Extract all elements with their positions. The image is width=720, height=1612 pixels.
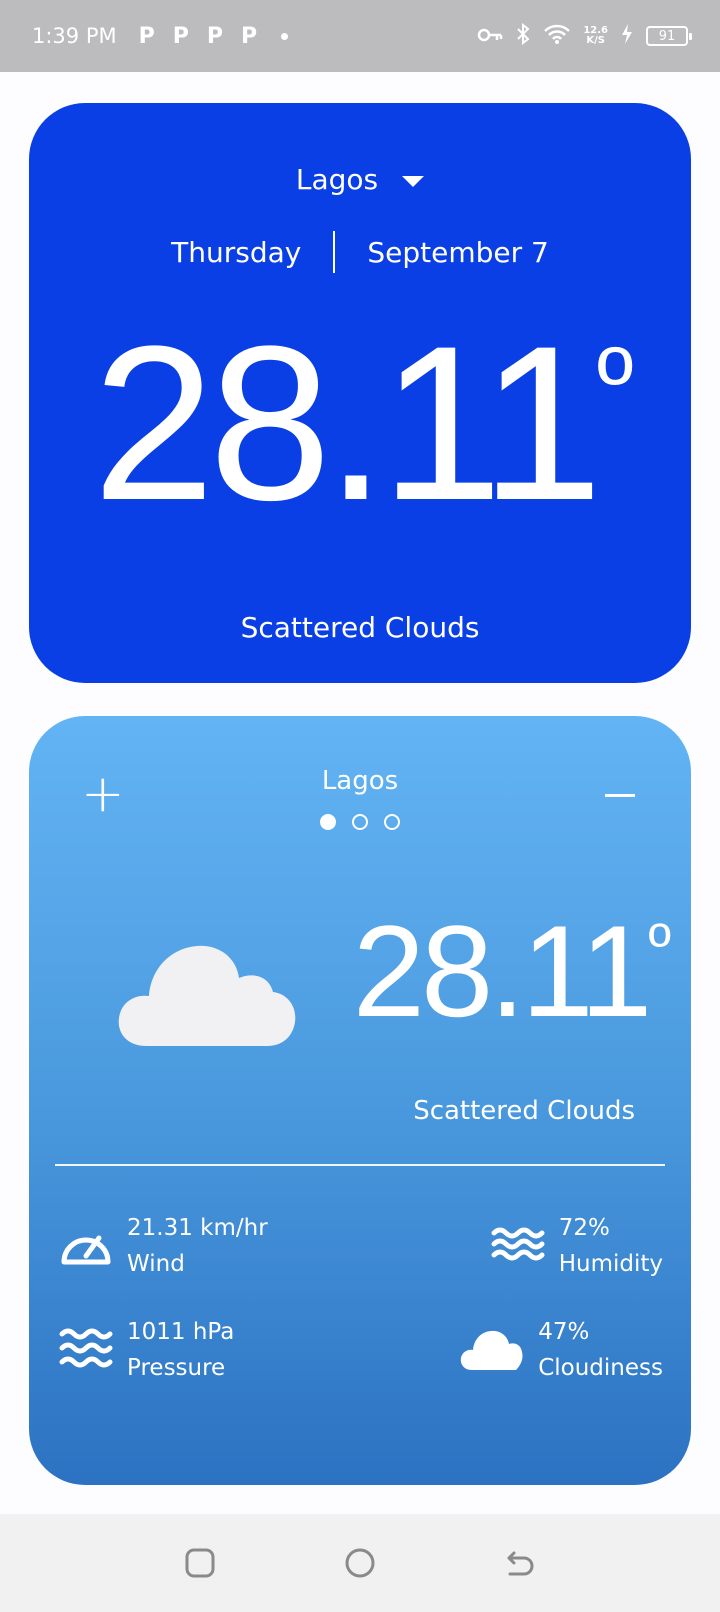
notification-p-icon: P: [241, 23, 258, 49]
back-arrow-icon: [507, 1551, 534, 1576]
waves-icon: [59, 1326, 113, 1374]
waves-icon: [491, 1226, 545, 1266]
page-dot-active[interactable]: [320, 814, 336, 830]
pressure-text: 1011 hPa Pressure: [127, 1314, 234, 1386]
cloud-icon: [460, 1326, 524, 1374]
humidity-text: 72% Humidity: [559, 1210, 663, 1282]
date: September 7: [367, 235, 549, 269]
wind-label: Wind: [127, 1251, 185, 1277]
home-button[interactable]: [340, 1543, 380, 1583]
net-speed-unit: K/S: [586, 35, 605, 46]
cloudiness-label: Cloudiness: [538, 1355, 663, 1381]
back-button[interactable]: [500, 1543, 540, 1583]
status-bar: 1:39 PM P P P P 12.6 K/S 91: [0, 0, 720, 72]
system-nav-bar: [0, 1514, 720, 1612]
pressure-label: Pressure: [127, 1355, 226, 1381]
location-temperature: 28.11º: [353, 906, 671, 1036]
page-dot[interactable]: [352, 814, 368, 830]
cloud-icon: [117, 936, 297, 1052]
humidity-label: Humidity: [558, 1251, 663, 1277]
pressure-value: 1011 hPa: [127, 1319, 235, 1345]
location-condition: Scattered Clouds: [413, 1096, 635, 1126]
weekday: Thursday: [171, 235, 302, 269]
wind-metric: 21.31 km/hr Wind: [59, 1210, 268, 1282]
wifi-icon: [543, 23, 571, 50]
battery-indicator: 91: [646, 26, 692, 46]
dropdown-caret-icon: [402, 176, 425, 187]
humidity-value: 72%: [558, 1215, 610, 1241]
degree-symbol: º: [648, 912, 671, 981]
charging-icon: [620, 23, 634, 50]
weather-condition: Scattered Clouds: [240, 611, 480, 644]
speedometer-icon: [59, 1222, 113, 1270]
notification-p-icon: P: [206, 23, 223, 49]
net-speed: 12.6 K/S: [583, 26, 608, 46]
page-dot[interactable]: [384, 814, 400, 830]
location-name: Lagos: [321, 766, 399, 796]
cloudiness-value: 47%: [538, 1319, 590, 1345]
status-right: 12.6 K/S 91: [477, 22, 692, 50]
pressure-metric: 1011 hPa Pressure: [59, 1314, 234, 1386]
wind-value: 21.31 km/hr: [127, 1215, 268, 1241]
divider-line: [55, 1164, 665, 1166]
city-selector[interactable]: Lagos: [29, 163, 691, 196]
humidity-metric: 72% Humidity: [491, 1210, 663, 1282]
wind-text: 21.31 km/hr Wind: [127, 1210, 268, 1282]
more-notifications-dot-icon: [281, 32, 289, 40]
bluetooth-icon: [515, 22, 531, 50]
degree-symbol: º: [596, 327, 633, 439]
cloudiness-metric: 47% Cloudiness: [460, 1314, 663, 1386]
current-weather-card: Lagos Thursday September 7 28.11º Scatte…: [29, 103, 691, 683]
square-icon: [185, 1548, 215, 1578]
status-time: 1:39 PM: [32, 24, 117, 48]
circle-icon: [345, 1548, 375, 1578]
temperature-value: 28.11: [92, 300, 603, 546]
recents-button[interactable]: [180, 1543, 220, 1583]
date-row: Thursday September 7: [29, 231, 691, 273]
cloudiness-text: 47% Cloudiness: [538, 1314, 663, 1386]
page-indicator: [29, 814, 691, 830]
location-weather-card: + Lagos 28.11º Scattered Clouds 21.31 km…: [29, 716, 691, 1485]
notification-p-icon: P: [138, 23, 155, 49]
temperature-value: 28.11: [352, 898, 653, 1044]
notification-p-icon: P: [172, 23, 189, 49]
status-left: 1:39 PM P P P P: [32, 23, 289, 49]
vpn-key-icon: [477, 24, 503, 48]
current-temperature: 28.11º: [29, 313, 691, 533]
city-name: Lagos: [295, 163, 379, 196]
